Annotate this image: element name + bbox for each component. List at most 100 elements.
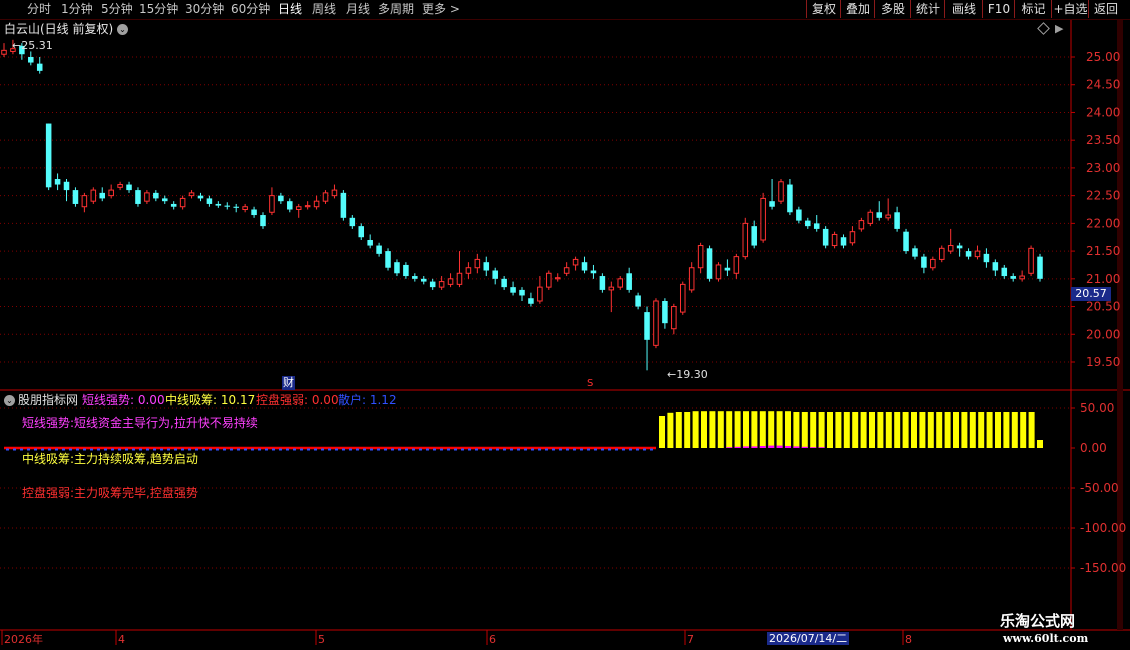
candle-body-up bbox=[760, 197, 766, 241]
indicator-bar-magenta bbox=[751, 446, 758, 448]
candle-body-up bbox=[849, 231, 856, 244]
candle-body-down bbox=[519, 289, 525, 296]
candle-body-up bbox=[885, 214, 891, 219]
indicator-bar-yellow bbox=[785, 411, 791, 448]
period-tab-4[interactable]: 30分钟 bbox=[185, 1, 224, 17]
candle-body-down bbox=[45, 123, 52, 188]
indicator-bar-yellow bbox=[827, 412, 833, 448]
indicator-bar-yellow bbox=[717, 411, 724, 448]
candle-body-up bbox=[858, 220, 865, 230]
indicator-bar-yellow bbox=[961, 412, 968, 448]
toolbar-button-5[interactable]: F10 bbox=[982, 0, 1015, 18]
price-tick-label: 22.50 bbox=[1086, 189, 1120, 203]
price-tick-label: 20.50 bbox=[1086, 300, 1120, 314]
period-tab-10[interactable]: 更多 > bbox=[422, 1, 460, 17]
indicator-bar-yellow bbox=[860, 412, 867, 448]
time-axis-label: 7 bbox=[687, 633, 694, 646]
candle-body-down bbox=[662, 301, 668, 324]
indicator-note-2: 控盘强弱:主力吸筹完毕,控盘强势 bbox=[22, 486, 198, 500]
toolbar-button-6[interactable]: 标记 bbox=[1014, 0, 1052, 18]
top-toolbar: 分时 1分钟 5分钟 15分钟 30分钟 60分钟 日线 周线 月线 多周期 更多 > 复权 叠加 多股… bbox=[0, 0, 1130, 20]
candle-body-down bbox=[260, 215, 266, 227]
indicator-note-0: 短线强势:短线资金主导行为,拉升快不易持续 bbox=[22, 416, 258, 430]
indicator-tick-label: 50.00 bbox=[1080, 401, 1114, 415]
candle-body-down bbox=[99, 192, 106, 199]
candle-body-up bbox=[242, 206, 248, 211]
indicator-bar-yellow bbox=[759, 411, 766, 448]
indicator-bar-magenta bbox=[768, 445, 775, 448]
candle-body-down bbox=[367, 240, 373, 246]
candle-body-down bbox=[233, 206, 239, 208]
candle-body-down bbox=[215, 203, 222, 206]
candle-body-up bbox=[930, 258, 936, 269]
candle-body-up bbox=[947, 245, 954, 252]
current-price-badge: 20.57 bbox=[1071, 287, 1111, 301]
candle-body-up bbox=[108, 189, 114, 197]
toolbar-button-4[interactable]: 画线 bbox=[944, 0, 983, 18]
indicator-bar-magenta bbox=[818, 447, 825, 448]
indicator-bar-yellow bbox=[835, 412, 842, 448]
indicator-bar-yellow bbox=[869, 412, 875, 448]
candle-body-down bbox=[358, 226, 365, 238]
period-tab-1[interactable]: 1分钟 bbox=[61, 1, 93, 17]
candle-body-down bbox=[992, 262, 999, 271]
candle-body-down bbox=[876, 212, 883, 218]
time-axis-label: 5 bbox=[318, 633, 325, 646]
indicator-bar-yellow bbox=[801, 412, 808, 448]
candle-body-down bbox=[921, 256, 927, 268]
candle-body-down bbox=[805, 220, 811, 227]
indicator-bar-magenta bbox=[793, 446, 800, 448]
candle-body-down bbox=[429, 281, 436, 288]
indicator-bar-yellow bbox=[919, 412, 926, 448]
candle-body-down bbox=[796, 209, 802, 221]
watermark-url: www.60lt.com bbox=[1003, 632, 1089, 645]
toolbar-button-8[interactable]: 返回 bbox=[1088, 0, 1123, 18]
period-tab-7[interactable]: 周线 bbox=[312, 1, 336, 17]
indicator-bar-yellow bbox=[944, 412, 951, 448]
candle-body-down bbox=[626, 273, 632, 290]
indicator-bar-yellow bbox=[667, 412, 674, 448]
indicator-bar-magenta bbox=[743, 446, 749, 448]
chevron-down-icon[interactable]: ⌄ bbox=[117, 24, 128, 35]
period-tab-9[interactable]: 多周期 bbox=[378, 1, 414, 17]
candle-body-down bbox=[492, 270, 498, 279]
toolbar-button-3[interactable]: 统计 bbox=[910, 0, 945, 18]
candle-body-down bbox=[197, 195, 204, 199]
candle-body-up bbox=[831, 233, 838, 247]
indicator-bar-yellow bbox=[995, 412, 1001, 448]
indicator-bar-yellow bbox=[810, 412, 817, 448]
indicator-bar-yellow bbox=[709, 411, 716, 448]
period-tab-0[interactable]: 分时 bbox=[27, 1, 51, 17]
toolbar-button-7[interactable]: +自选 bbox=[1051, 0, 1089, 18]
financial-marker[interactable]: 财 bbox=[282, 376, 295, 390]
candle-body-down bbox=[63, 181, 70, 191]
price-tick-label: 23.50 bbox=[1086, 133, 1120, 147]
candle-body-up bbox=[617, 278, 624, 288]
toolbar-button-2[interactable]: 多股 bbox=[874, 0, 911, 18]
candle-body-down bbox=[287, 201, 293, 210]
period-tab-3[interactable]: 15分钟 bbox=[139, 1, 178, 17]
candle-body-up bbox=[715, 264, 722, 280]
candle-body-down bbox=[36, 63, 43, 71]
s-marker[interactable]: S bbox=[587, 377, 593, 391]
period-tab-6[interactable]: 日线 bbox=[278, 1, 302, 17]
toolbar-button-0[interactable]: 复权 bbox=[806, 0, 841, 18]
chart-area[interactable]: 19.50 20.00 20.50 21.00 21.50 22.00 22.50 23.00… bbox=[0, 20, 1130, 650]
indicator-bar-magenta bbox=[785, 446, 791, 448]
candle-body-up bbox=[322, 192, 329, 202]
indicator-bar-yellow bbox=[734, 411, 741, 448]
candle-body-down bbox=[510, 287, 516, 293]
price-tick-label: 23.00 bbox=[1086, 161, 1120, 175]
toolbar-button-1[interactable]: 叠加 bbox=[840, 0, 875, 18]
candle-body-down bbox=[385, 251, 391, 268]
candle-body-up bbox=[679, 283, 686, 313]
period-tab-5[interactable]: 60分钟 bbox=[231, 1, 270, 17]
candle-body-up bbox=[546, 272, 552, 288]
candle-body-down bbox=[420, 278, 427, 282]
candle-body-up bbox=[697, 245, 704, 269]
chevron-right-icon[interactable]: ▶ bbox=[1055, 22, 1063, 35]
chevron-down-icon[interactable]: ⌄ bbox=[4, 395, 15, 406]
period-tab-2[interactable]: 5分钟 bbox=[101, 1, 133, 17]
period-tab-8[interactable]: 月线 bbox=[346, 1, 370, 17]
indicator-bar-yellow bbox=[986, 412, 993, 448]
